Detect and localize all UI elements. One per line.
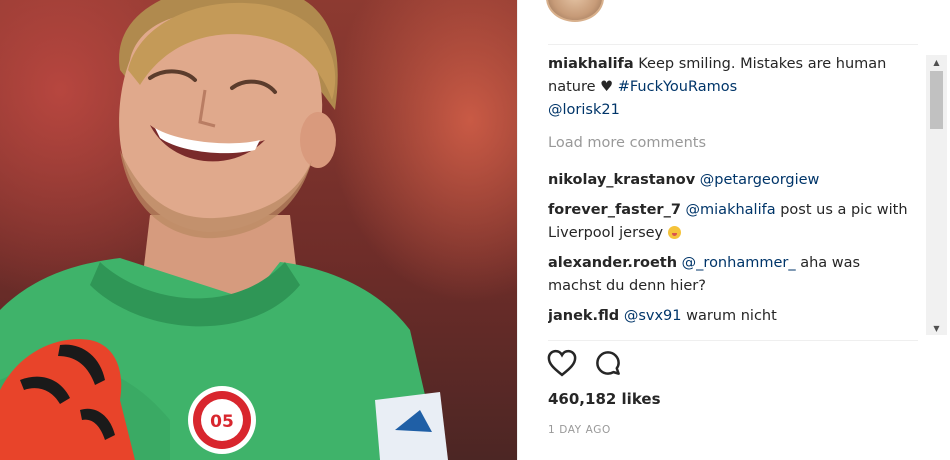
load-more-comments[interactable]: Load more comments (548, 132, 918, 155)
arrow-down-icon[interactable]: ▼ (926, 321, 947, 335)
comment-username[interactable]: janek.fld (548, 308, 619, 324)
comment-username[interactable]: alexander.roeth (548, 255, 677, 271)
caption-username[interactable]: miakhalifa (548, 56, 634, 72)
comments-list: miakhalifa Keep smiling. Mistakes are hu… (548, 53, 918, 334)
likes-count[interactable]: 460,182 likes (548, 390, 661, 408)
post-actions (546, 347, 624, 379)
comment-mention[interactable]: @miakhalifa (686, 202, 776, 218)
header-divider (548, 44, 918, 45)
comment-item: nikolay_krastanov @petargeorgiew (548, 169, 918, 192)
comment-username[interactable]: forever_faster_7 (548, 202, 681, 218)
comment-text: warum nicht (681, 308, 777, 324)
comment-bubble-icon (596, 351, 620, 375)
comment-item: janek.fld @svx91 warum nicht (548, 305, 918, 328)
comment-mention[interactable]: @petargeorgiew (700, 172, 820, 188)
photo-illustration: 05 (0, 0, 448, 460)
post-timestamp: 1 DAY AGO (548, 424, 611, 436)
comment-mention[interactable]: @_ronhammer_ (682, 255, 796, 271)
comments-scrollbar[interactable]: ▲ ▼ (926, 55, 947, 335)
like-button[interactable] (546, 347, 578, 379)
post-caption: miakhalifa Keep smiling. Mistakes are hu… (548, 53, 918, 122)
post-photo[interactable]: 05 (0, 0, 517, 460)
heart-emoji-icon: ♥ (600, 79, 614, 95)
actions-divider (548, 340, 918, 341)
caption-hashtag[interactable]: #FuckYouRamos (618, 79, 737, 95)
heart-icon (547, 349, 577, 377)
arrow-up-icon[interactable]: ▲ (926, 55, 947, 69)
caption-mention[interactable]: @lorisk21 (548, 102, 620, 118)
laughing-emoji-icon (667, 226, 681, 239)
comment-username[interactable]: nikolay_krastanov (548, 172, 695, 188)
comment-button[interactable] (592, 347, 624, 379)
scrollbar-thumb[interactable] (930, 71, 943, 129)
comment-item: alexander.roeth @_ronhammer_ aha was mac… (548, 252, 918, 298)
comment-mention[interactable]: @svx91 (624, 308, 682, 324)
comment-item: forever_faster_7 @miakhalifa post us a p… (548, 199, 918, 245)
svg-text:05: 05 (210, 412, 234, 432)
